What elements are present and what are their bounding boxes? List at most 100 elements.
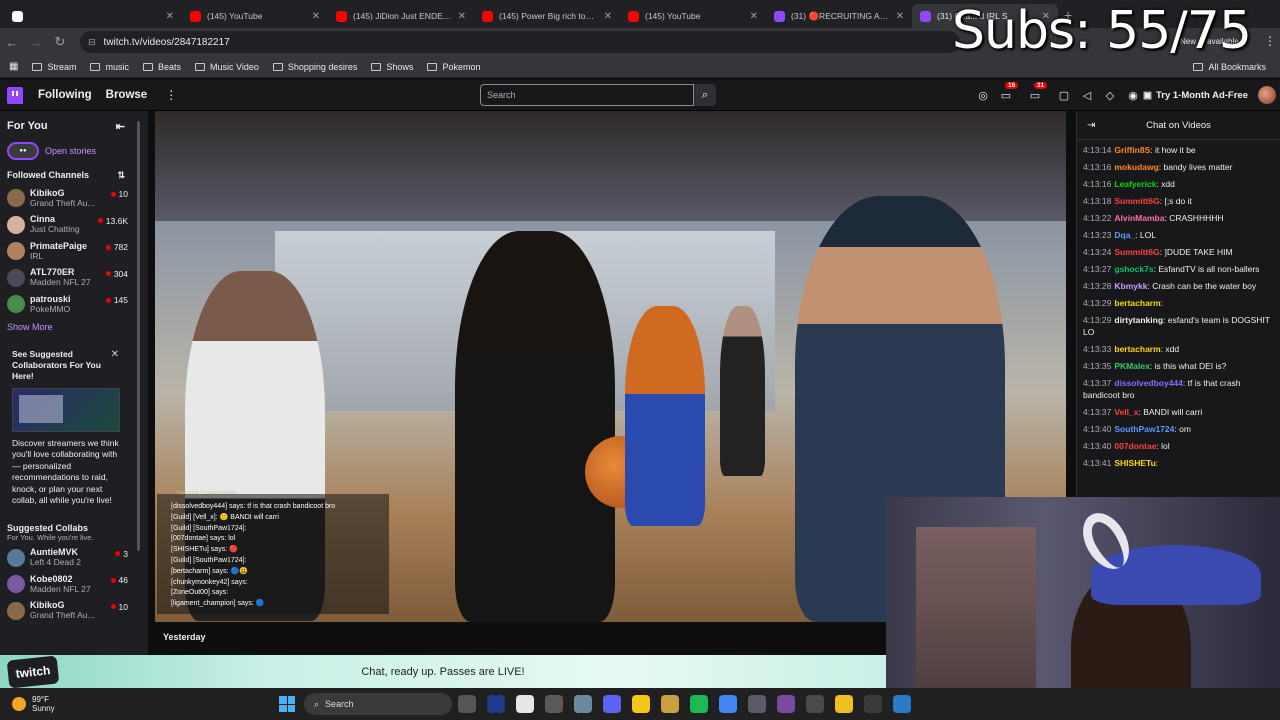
chat-username[interactable]: Summitt6G [1114,247,1159,257]
inbox-icon[interactable]: ▭ 31 [1028,82,1048,102]
drops-icon[interactable]: ◎ [976,89,990,102]
bookmark-folder[interactable]: music [90,62,129,72]
browser-tab[interactable]: (145) YouTube ✕ [182,4,328,28]
bookmark-folder[interactable]: Beats [142,62,181,72]
browse-link[interactable]: Browse [106,89,148,101]
forward-icon[interactable]: → [24,35,48,50]
webcam-overlay [886,497,1280,720]
chat-username[interactable]: bertacharm [1114,344,1160,354]
chat-username[interactable]: SouthPaw1724 [1114,424,1174,434]
taskbar-app-icon[interactable] [603,695,621,713]
chat-username[interactable]: Dqa_ [1114,230,1135,240]
bookmark-folder[interactable]: Music Video [195,62,259,72]
chat-username[interactable]: Summitt6G [1114,196,1159,206]
person-background [720,306,765,476]
chat-username[interactable]: Leafyerick [1114,179,1156,189]
all-bookmarks[interactable]: All Bookmarks [1193,62,1266,72]
open-stories-link[interactable]: Open stories [45,146,96,156]
chat-text: esfand's team is DOGSHIT LO [1083,315,1270,337]
taskbar-app-icon[interactable] [806,695,824,713]
weather-widget[interactable]: 99°F Sunny [12,695,55,713]
menu-icon[interactable]: ⋮ [1264,34,1276,48]
browser-tab[interactable]: (145) JiDion Just ENDED Hi ✕ [328,4,474,28]
site-info-icon[interactable]: ⊟ [88,37,96,48]
taskbar-search[interactable]: ⌕ Search [304,693,452,715]
chat-username[interactable]: Griffin8S [1114,145,1150,155]
reload-icon[interactable]: ↻ [48,34,72,50]
search-icon[interactable]: ⌕ [694,84,716,106]
chat-username[interactable]: SHISHETu [1114,458,1155,468]
taskbar-app-icon[interactable] [835,695,853,713]
chat-username[interactable]: Vell_x [1114,407,1138,417]
back-icon[interactable]: ← [0,35,24,50]
taskbar-app-icon[interactable] [864,695,882,713]
close-tab-icon[interactable]: ✕ [604,11,612,22]
sidebar-channel-kibikog[interactable]: KibikoG Grand Theft Au... 10 [0,185,148,212]
taskbar-app-icon[interactable] [893,695,911,713]
announcements-icon[interactable]: ◁ [1080,89,1094,102]
sidebar-channel-primatepaige[interactable]: PrimatePaige IRL 782 [0,238,148,265]
sort-icon[interactable]: ⇅ [117,170,125,181]
close-tab-icon[interactable]: ✕ [166,11,174,22]
chat-username[interactable]: dissolvedboy444 [1114,378,1183,388]
chat-username[interactable]: mokudawg [1114,162,1158,172]
stories-row[interactable]: ●● Open stories [0,142,148,160]
browser-tab[interactable]: (145) Power Big rich town(✕ [474,4,620,28]
browser-tab[interactable]: (145) YouTube ✕ [620,4,766,28]
twitch-logo-icon[interactable] [7,86,23,104]
bookmark-folder[interactable]: Shopping desires [272,62,357,72]
collapse-sidebar-icon[interactable]: ⇤ [116,120,125,133]
taskbar-app-icon[interactable] [487,695,505,713]
user-avatar[interactable] [1258,86,1276,104]
chat-username[interactable]: Kbmykk [1114,281,1147,291]
taskbar-app-icon[interactable] [690,695,708,713]
taskbar-app-icon[interactable] [516,695,534,713]
prime-icon[interactable]: ◉ [1126,89,1140,102]
sidebar-channel-kobe0802[interactable]: Kobe0802 Madden NFL 27 46 [0,571,148,598]
taskbar-app-icon[interactable] [458,695,476,713]
show-more-link[interactable]: Show More [0,318,148,336]
taskbar-app-icon[interactable] [719,695,737,713]
whispers-icon[interactable]: ▢ [1057,89,1071,102]
bookmark-folder[interactable]: Shows [371,62,413,72]
chat-username[interactable]: AlvinMamba [1114,213,1164,223]
chat-username[interactable]: dirtytanking [1114,315,1163,325]
collapse-chat-icon[interactable]: ⇥ [1087,120,1095,131]
close-tab-icon[interactable]: ✕ [458,11,466,22]
taskbar-app-icon[interactable] [777,695,795,713]
close-tab-icon[interactable]: ✕ [312,11,320,22]
bits-icon[interactable]: ◇ [1103,89,1117,102]
chat-username[interactable]: 007dontae [1114,441,1156,451]
taskbar-app-icon[interactable] [748,695,766,713]
taskbar-app-icon[interactable] [545,695,563,713]
sidebar-channel-atl770er[interactable]: ATL770ER Madden NFL 27 304 [0,265,148,292]
url-field[interactable]: ⊟ twitch.tv/videos/2847182217 [80,31,960,53]
sidebar-channel-kibikog[interactable]: KibikoG Grand Theft Au... 10 [0,598,148,625]
browser-tab[interactable]: (31) 🔴RECRUITING AUSTI ✕ [766,4,912,28]
sidebar-channel-auntiemvk[interactable]: AuntieMVK Left 4 Dead 23 [0,545,148,572]
tab-favicon-icon [774,10,785,22]
sidebar-channel-patrouski[interactable]: patrouski PokeMMO 145 [0,291,148,318]
ad-free-button[interactable]: ▣ Try 1-Month Ad-Free [1143,80,1248,111]
chat-username[interactable]: bertacharm [1114,298,1160,308]
bookmark-folder[interactable]: Pokemon [427,62,480,72]
sidebar-channel-cinna[interactable]: Cinna Just Chatting 13.6K [0,212,148,239]
taskbar-app-icon[interactable] [574,695,592,713]
start-windows-icon[interactable] [279,696,295,712]
following-link[interactable]: Following [38,89,92,101]
notifications-icon[interactable]: ▭ 16 [999,82,1019,102]
close-tab-icon[interactable]: ✕ [750,11,758,22]
close-tab-icon[interactable]: ✕ [896,11,904,22]
bookmark-folder[interactable]: Stream [32,62,76,72]
taskbar-app-icon[interactable] [632,695,650,713]
close-icon[interactable]: ✕ [111,349,119,360]
more-menu-icon[interactable]: ⋮ [165,88,177,102]
card-preview-image[interactable] [12,387,120,432]
apps-grid-icon[interactable]: ▦ [9,61,18,72]
taskbar-app-icon[interactable] [661,695,679,713]
search-input[interactable]: Search [480,84,694,106]
chat-username[interactable]: PKMalex [1114,361,1149,371]
chat-username[interactable]: gshock7s [1114,264,1153,274]
passes-banner[interactable]: Chat, ready up. Passes are LIVE! [0,655,886,688]
browser-tab[interactable]: ✕ [4,4,182,28]
